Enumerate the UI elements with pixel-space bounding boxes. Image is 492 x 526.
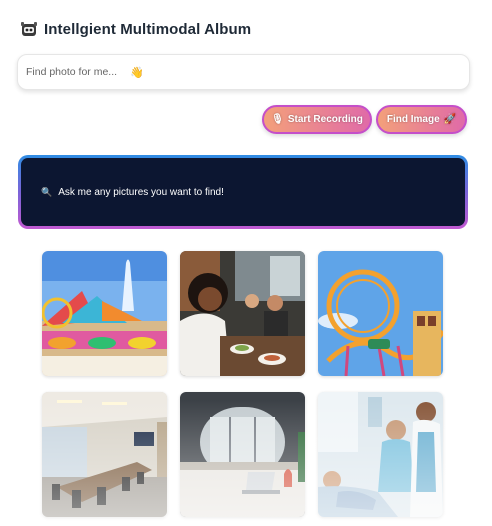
search-input[interactable] (26, 66, 469, 78)
rocket-icon: 🚀 (443, 114, 457, 125)
find-image-button[interactable]: Find Image 🚀 (376, 105, 467, 134)
robot-face-icon (20, 20, 38, 38)
app-header: Intellgient Multimodal Album (20, 20, 251, 38)
photo-amusement-park[interactable] (42, 251, 167, 376)
find-image-label: Find Image (386, 114, 440, 125)
microphone-icon: 🎙 (271, 114, 284, 125)
search-bar[interactable]: 👋 (17, 54, 470, 90)
page-title: Intellgient Multimodal Album (44, 20, 252, 38)
photo-grid (42, 251, 443, 517)
magnifier-icon: 🔍 (41, 186, 53, 197)
photo-hospital-staff[interactable] (318, 392, 443, 517)
photo-conference-room[interactable] (42, 392, 167, 517)
result-panel: 🔍 Ask me any pictures you want to find! (18, 155, 468, 229)
photo-roller-coaster[interactable] (318, 251, 443, 376)
start-recording-label: Start Recording (287, 114, 363, 125)
photo-friends-dining[interactable] (180, 251, 305, 376)
photo-office-workspace[interactable] (180, 392, 305, 517)
result-message: Ask me any pictures you want to find! (58, 186, 224, 198)
start-recording-button[interactable]: 🎙 Start Recording (262, 105, 372, 134)
